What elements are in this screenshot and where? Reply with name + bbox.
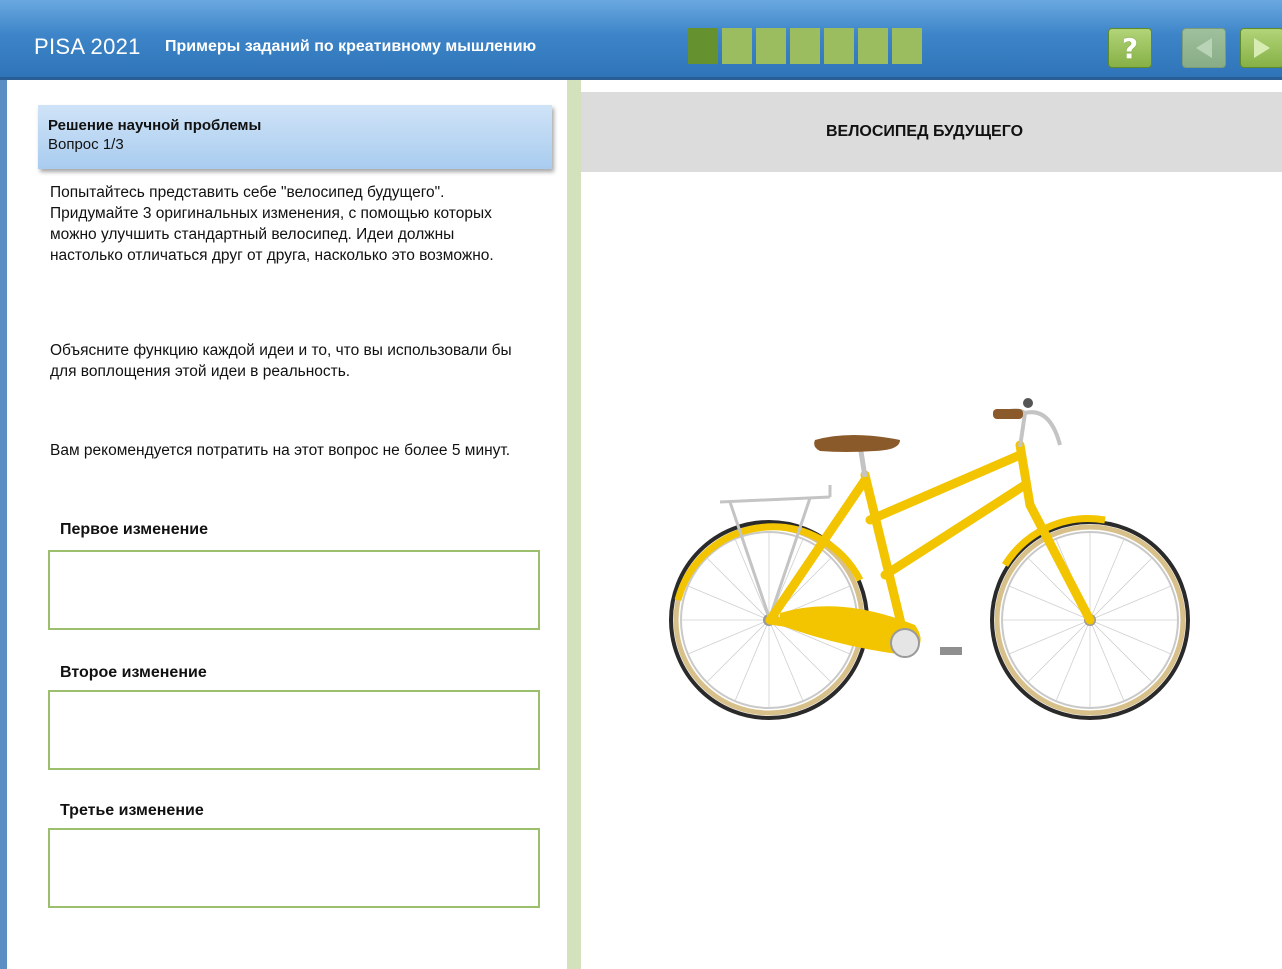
answer-field-third[interactable] — [48, 828, 540, 908]
triangle-right-icon — [1254, 38, 1270, 58]
progress-segment — [790, 28, 820, 64]
left-edge-stripe — [0, 80, 7, 969]
handlebar-grip — [993, 409, 1023, 419]
saddle — [814, 435, 900, 452]
progress-segment — [858, 28, 888, 64]
brand-title: PISA 2021 — [34, 34, 141, 59]
previous-button[interactable] — [1182, 28, 1226, 68]
question-paragraph: Вам рекомендуется потратить на этот вопр… — [50, 442, 511, 459]
panel-divider — [567, 80, 581, 969]
top-bar: PISA 2021 Примеры заданий по креативному… — [0, 0, 1282, 80]
triangle-left-icon — [1196, 38, 1212, 58]
unit-subtitle: Примеры заданий по креативному мышлению — [165, 38, 537, 55]
help-button[interactable]: ? — [1108, 28, 1152, 68]
question-title: Решение научной проблемы — [48, 117, 262, 134]
answer-field-second[interactable] — [48, 690, 540, 770]
progress-indicator — [688, 28, 922, 64]
answer-label-first: Первое изменение — [60, 521, 208, 538]
answer-label-second: Второе изменение — [60, 664, 207, 681]
next-button[interactable] — [1240, 28, 1282, 68]
question-header: Решение научной проблемы Вопрос 1/3 — [38, 105, 552, 169]
question-paragraph: Попытайтесь представить себе "велосипед … — [50, 184, 494, 264]
question-icon: ? — [1121, 31, 1139, 65]
question-paragraph: Объясните функцию каждой идеи и то, что … — [50, 342, 512, 380]
progress-segment — [722, 28, 752, 64]
crank — [890, 628, 920, 658]
progress-segment — [688, 28, 718, 64]
progress-segment — [892, 28, 922, 64]
progress-segment — [756, 28, 786, 64]
stimulus-title: ВЕЛОСИПЕД БУДУЩЕГО — [825, 123, 1024, 140]
progress-segment — [824, 28, 854, 64]
bicycle-image — [669, 398, 1190, 720]
question-number: Вопрос 1/3 — [48, 136, 124, 153]
bell — [1023, 398, 1033, 408]
stimulus-header: ВЕЛОСИПЕД БУДУЩЕГО — [581, 92, 1282, 172]
pedal — [940, 647, 962, 655]
answer-label-third: Третье изменение — [60, 802, 204, 819]
answer-field-first[interactable] — [48, 550, 540, 630]
